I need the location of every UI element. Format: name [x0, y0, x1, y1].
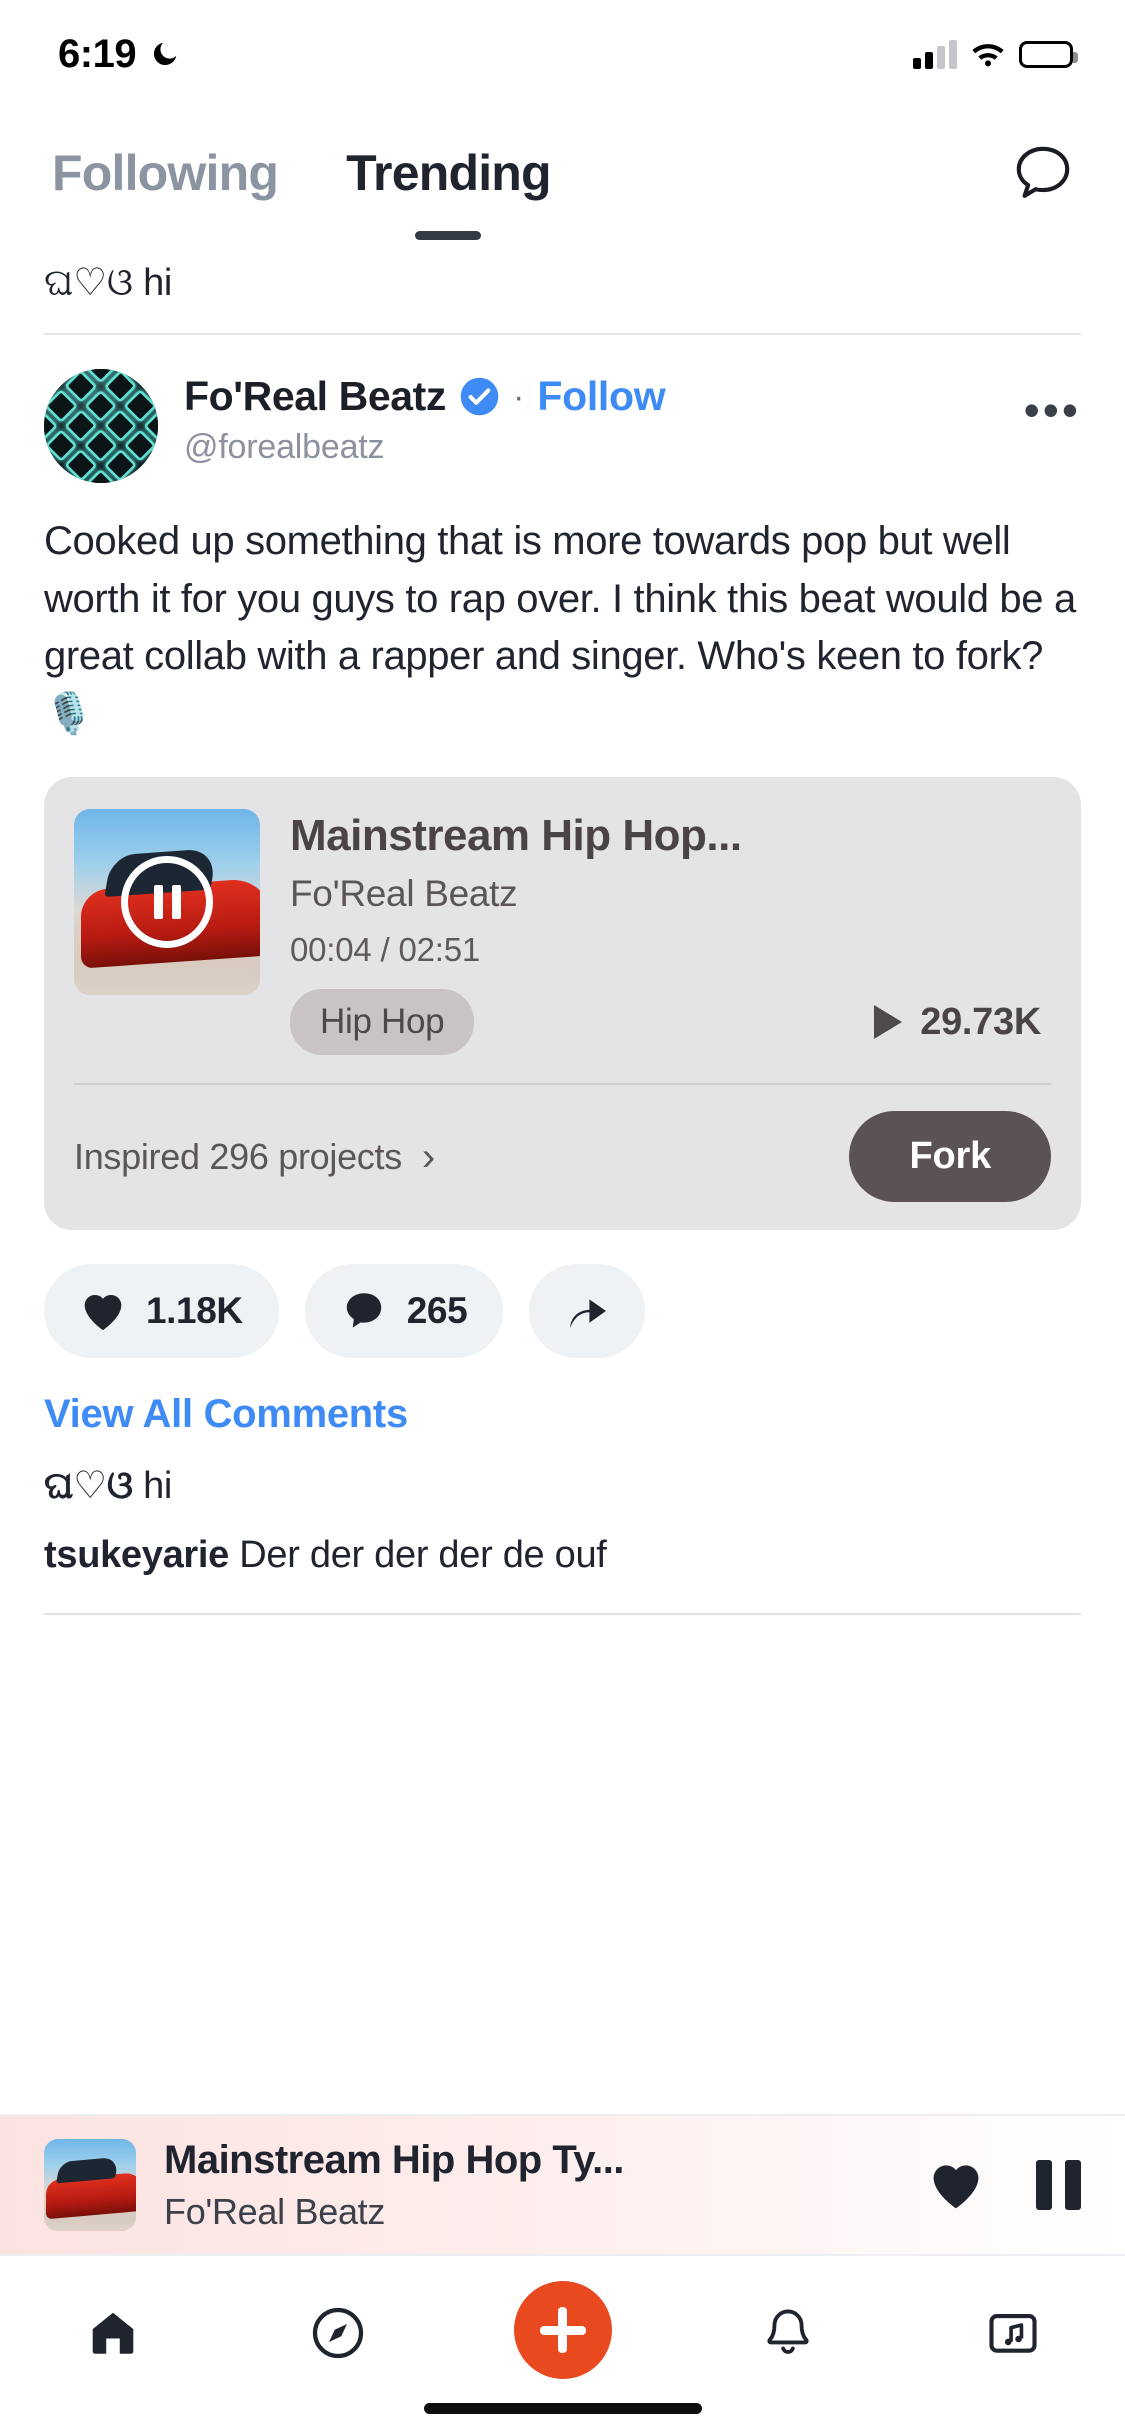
bell-icon — [766, 2309, 809, 2354]
track-artwork[interactable] — [74, 809, 260, 996]
tab-following-label: Following — [52, 145, 279, 201]
comment-username: tsukeyarie — [44, 1534, 230, 1577]
nav-item-home[interactable] — [53, 2290, 173, 2376]
avatar-pad-grid — [44, 369, 158, 483]
nav-item-notifications[interactable] — [728, 2290, 848, 2376]
tab-trending-label: Trending — [346, 145, 552, 201]
plus-icon — [513, 2281, 612, 2379]
home-icon — [92, 2312, 133, 2354]
battery-icon — [1019, 40, 1078, 68]
previous-comment-text: hi — [143, 262, 173, 304]
folder-music-icon — [988, 2314, 1037, 2353]
share-button[interactable] — [529, 1264, 646, 1359]
comment-username: ଘ♡ଓ — [44, 1463, 133, 1508]
moon-icon — [154, 42, 177, 66]
view-all-comments-link[interactable]: View All Comments — [44, 1392, 1081, 1437]
author-separator: · — [513, 377, 525, 416]
track-artist: Fo'Real Beatz — [290, 873, 518, 915]
feed-tab-bar: Following Trending — [0, 108, 1125, 240]
share-arrow-icon — [570, 1299, 607, 1329]
home-indicator — [423, 2403, 702, 2414]
mini-artwork-car — [45, 2171, 136, 2219]
feed-post: Fo'Real Beatz · Follow @forealbeatz ••• … — [0, 335, 1125, 1577]
fork-row: Inspired 296 projects › Fork — [74, 1085, 1051, 1230]
heart-filled-icon[interactable] — [928, 2159, 984, 2211]
mini-player-pause-button[interactable] — [1036, 2160, 1081, 2210]
comment-text: Der der der der de ouf — [239, 1534, 607, 1577]
comment-text: hi — [143, 1465, 173, 1508]
tab-trending[interactable]: Trending — [338, 144, 559, 240]
track-card[interactable]: Mainstream Hip Hop... Fo'Real Beatz 00:0… — [44, 777, 1081, 1231]
pause-button[interactable] — [121, 856, 213, 949]
comment-item[interactable]: ଘ♡ଓ hi — [44, 1463, 1081, 1508]
wifi-icon — [972, 44, 1004, 67]
like-button[interactable]: 1.18K — [44, 1264, 279, 1359]
inspired-projects-label: Inspired 296 projects — [74, 1135, 402, 1177]
post-actions: 1.18K 265 — [44, 1264, 1081, 1359]
author-display-name[interactable]: Fo'Real Beatz — [184, 373, 446, 420]
post-header: Fo'Real Beatz · Follow @forealbeatz ••• — [44, 335, 1081, 483]
fork-button[interactable]: Fork — [849, 1111, 1051, 1203]
verified-badge-icon — [460, 377, 499, 416]
track-info: Mainstream Hip Hop... Fo'Real Beatz 00:0… — [290, 809, 1051, 1056]
post-more-options-button[interactable]: ••• — [1014, 369, 1081, 433]
previous-comment-username: ଘ♡ଓ — [44, 260, 133, 304]
mini-player-artwork[interactable] — [44, 2139, 136, 2231]
play-triangle-icon — [874, 1005, 903, 1040]
author-name-row: Fo'Real Beatz · Follow — [184, 373, 1014, 420]
mini-player-text: Mainstream Hip Hop Ty... Fo'Real Beatz — [164, 2138, 902, 2233]
tab-following[interactable]: Following — [44, 144, 286, 202]
comment-count: 265 — [406, 1290, 468, 1332]
mini-player-title: Mainstream Hip Hop Ty... — [164, 2137, 624, 2182]
bottom-nav-bar — [0, 2254, 1125, 2436]
chat-bubble-icon — [1016, 146, 1070, 198]
status-bar-right — [913, 39, 1078, 69]
mini-player[interactable]: Mainstream Hip Hop Ty... Fo'Real Beatz — [0, 2114, 1125, 2254]
previous-post-comment[interactable]: ଘ♡ଓ hi — [0, 238, 1125, 333]
genre-chip[interactable]: Hip Hop — [290, 989, 475, 1056]
comment-item[interactable]: tsukeyarie Der der der der de ouf — [44, 1534, 1081, 1577]
post-body-text: Cooked up something that is more towards… — [44, 519, 1076, 736]
status-bar: 6:19 — [0, 0, 1125, 108]
status-bar-left: 6:19 — [58, 32, 180, 77]
compass-icon — [312, 2307, 363, 2359]
follow-button[interactable]: Follow — [537, 373, 665, 420]
comment-button[interactable]: 265 — [304, 1264, 504, 1359]
nav-item-library[interactable] — [953, 2290, 1073, 2376]
inspired-projects-link[interactable]: Inspired 296 projects › — [74, 1136, 435, 1178]
nav-item-create[interactable] — [503, 2281, 623, 2379]
author-handle[interactable]: @forealbeatz — [184, 428, 1014, 467]
nav-item-discover[interactable] — [278, 2290, 398, 2376]
track-title: Mainstream Hip Hop... — [290, 811, 742, 861]
avatar[interactable] — [44, 369, 158, 483]
post-author-block: Fo'Real Beatz · Follow @forealbeatz — [184, 369, 1014, 467]
track-time-display: 00:04 / 02:51 — [290, 931, 481, 969]
play-count: 29.73K — [920, 1000, 1041, 1043]
mini-player-actions — [902, 2159, 1081, 2211]
feed-scroll-area[interactable]: ଘ♡ଓ hi Fo'Real Beatz · Follow @forealbea… — [0, 238, 1125, 2436]
like-count: 1.18K — [146, 1290, 243, 1332]
cellular-signal-icon — [913, 39, 957, 69]
comment-bubble-icon — [346, 1293, 381, 1329]
track-meta-row: Hip Hop 29.73K — [290, 989, 1051, 1056]
heart-icon — [84, 1295, 122, 1331]
play-count-block: 29.73K — [874, 1001, 1051, 1044]
mini-player-artist: Fo'Real Beatz — [164, 2190, 386, 2232]
messages-button[interactable] — [1005, 135, 1081, 211]
chevron-right-icon: › — [421, 1134, 435, 1179]
feed-bottom-divider — [44, 1613, 1081, 1616]
status-bar-clock: 6:19 — [58, 31, 137, 76]
track-card-top: Mainstream Hip Hop... Fo'Real Beatz 00:0… — [74, 809, 1051, 1056]
